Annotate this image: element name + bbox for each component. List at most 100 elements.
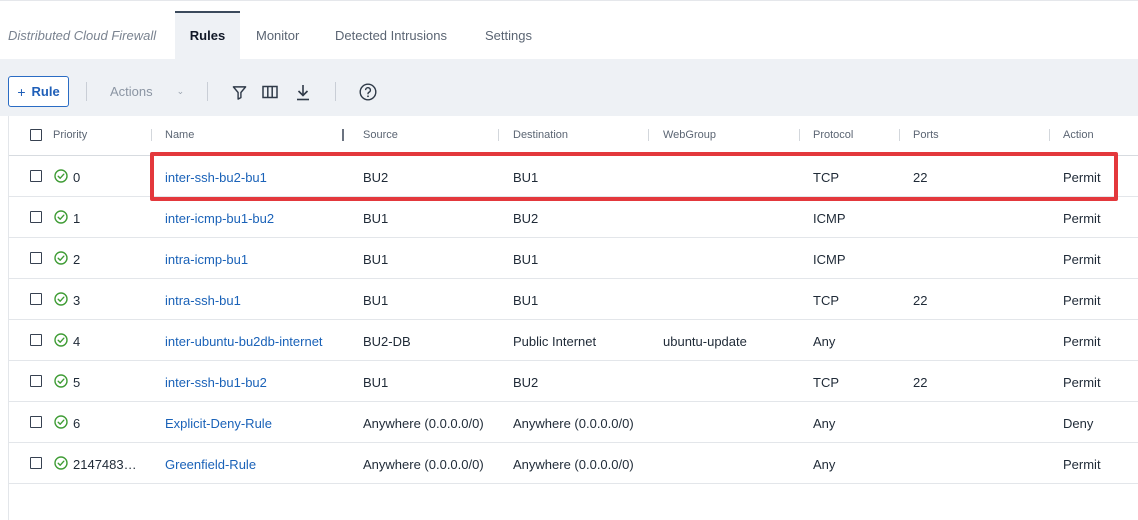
column-resize-handle[interactable] bbox=[342, 129, 344, 141]
cell-destination: BU1 bbox=[513, 293, 539, 308]
row-checkbox[interactable] bbox=[30, 293, 42, 305]
header-name[interactable]: Name bbox=[165, 129, 194, 141]
download-icon[interactable] bbox=[294, 83, 312, 101]
cell-source: BU2-DB bbox=[363, 334, 411, 349]
cell-priority: 3 bbox=[73, 293, 81, 308]
tab-monitor[interactable]: Monitor bbox=[256, 11, 299, 60]
cell-protocol: Any bbox=[813, 334, 836, 349]
cell-source: Anywhere (0.0.0.0/0) bbox=[363, 416, 484, 431]
cell-name[interactable]: inter-ubuntu-bu2db-internet bbox=[165, 334, 323, 349]
plus-icon: + bbox=[17, 83, 26, 100]
header-destination[interactable]: Destination bbox=[513, 129, 568, 141]
cell-source: BU2 bbox=[363, 170, 389, 185]
cell-protocol: TCP bbox=[813, 375, 839, 390]
add-rule-button[interactable]: + Rule bbox=[8, 76, 69, 107]
header-ports[interactable]: Ports bbox=[913, 129, 939, 141]
status-enabled-icon bbox=[54, 333, 68, 347]
cell-source: BU1 bbox=[363, 293, 389, 308]
add-rule-label: Rule bbox=[31, 84, 60, 99]
row-checkbox[interactable] bbox=[30, 252, 42, 264]
cell-name[interactable]: inter-ssh-bu1-bu2 bbox=[165, 375, 267, 390]
header-webgroup[interactable]: WebGroup bbox=[663, 129, 716, 141]
cell-name[interactable]: inter-icmp-bu1-bu2 bbox=[165, 211, 274, 226]
cell-name[interactable]: inter-ssh-bu2-bu1 bbox=[165, 170, 267, 185]
cell-destination: BU1 bbox=[513, 170, 539, 185]
status-enabled-icon bbox=[54, 292, 68, 306]
row-checkbox[interactable] bbox=[30, 170, 42, 182]
cell-protocol: Any bbox=[813, 457, 836, 472]
status-enabled-icon bbox=[54, 456, 68, 470]
column-divider[interactable] bbox=[498, 129, 499, 141]
header-source[interactable]: Source bbox=[363, 129, 398, 141]
cell-source: BU1 bbox=[363, 252, 389, 267]
cell-action: Permit bbox=[1063, 211, 1101, 226]
table-row[interactable]: 2 intra-icmp-bu1 BU1 BU1 ICMP Permit bbox=[9, 238, 1138, 279]
table-row[interactable]: 5 inter-ssh-bu1-bu2 BU1 BU2 TCP 22 Permit bbox=[9, 361, 1138, 402]
row-checkbox[interactable] bbox=[30, 457, 42, 469]
row-checkbox[interactable] bbox=[30, 375, 42, 387]
chevron-down-icon: ⌄ bbox=[176, 86, 185, 96]
cell-priority: 4 bbox=[73, 334, 81, 349]
table-row[interactable]: 1 inter-icmp-bu1-bu2 BU1 BU2 ICMP Permit bbox=[9, 197, 1138, 238]
cell-protocol: TCP bbox=[813, 293, 839, 308]
header-protocol[interactable]: Protocol bbox=[813, 129, 853, 141]
cell-action: Permit bbox=[1063, 457, 1101, 472]
cell-protocol: ICMP bbox=[813, 211, 846, 226]
cell-name[interactable]: Greenfield-Rule bbox=[165, 457, 256, 472]
cell-destination: BU1 bbox=[513, 252, 539, 267]
cell-priority: 5 bbox=[73, 375, 81, 390]
status-enabled-icon bbox=[54, 169, 68, 183]
select-all-checkbox[interactable] bbox=[30, 129, 42, 141]
cell-action: Permit bbox=[1063, 170, 1101, 185]
table-row[interactable]: 0 inter-ssh-bu2-bu1 BU2 BU1 TCP 22 Permit bbox=[9, 156, 1138, 197]
cell-destination: BU2 bbox=[513, 211, 539, 226]
cell-source: Anywhere (0.0.0.0/0) bbox=[363, 457, 484, 472]
cell-ports: 22 bbox=[913, 293, 928, 308]
table-row[interactable]: 2147483… Greenfield-Rule Anywhere (0.0.0.0… bbox=[9, 443, 1138, 484]
cell-priority: 6 bbox=[73, 416, 81, 431]
row-checkbox[interactable] bbox=[30, 416, 42, 428]
cell-ports: 22 bbox=[913, 375, 928, 390]
table-header: Priority Name Source Destination WebGrou… bbox=[9, 116, 1138, 156]
column-divider[interactable] bbox=[799, 129, 800, 141]
tab-bar: Distributed Cloud Firewall Rules Monitor… bbox=[0, 0, 1138, 60]
table-row[interactable]: 3 intra-ssh-bu1 BU1 BU1 TCP 22 Permit bbox=[9, 279, 1138, 320]
cell-action: Permit bbox=[1063, 375, 1101, 390]
header-action[interactable]: Action bbox=[1063, 129, 1094, 141]
actions-label: Actions bbox=[110, 84, 153, 99]
cell-destination: Anywhere (0.0.0.0/0) bbox=[513, 457, 634, 472]
cell-source: BU1 bbox=[363, 375, 389, 390]
rules-table: Priority Name Source Destination WebGrou… bbox=[8, 116, 1138, 520]
help-icon[interactable] bbox=[359, 83, 377, 101]
column-divider[interactable] bbox=[151, 129, 152, 141]
row-checkbox[interactable] bbox=[30, 334, 42, 346]
cell-destination: Public Internet bbox=[513, 334, 597, 349]
cell-action: Permit bbox=[1063, 293, 1101, 308]
toolbar: + Rule Actions ⌄ bbox=[0, 59, 1138, 116]
column-divider[interactable] bbox=[648, 129, 649, 141]
cell-priority: 1 bbox=[73, 211, 81, 226]
cell-protocol: Any bbox=[813, 416, 836, 431]
status-enabled-icon bbox=[54, 415, 68, 429]
cell-action: Permit bbox=[1063, 252, 1101, 267]
cell-name[interactable]: Explicit-Deny-Rule bbox=[165, 416, 272, 431]
table-row[interactable]: 6 Explicit-Deny-Rule Anywhere (0.0.0.0/0) A… bbox=[9, 402, 1138, 443]
filter-icon[interactable] bbox=[230, 83, 248, 101]
row-checkbox[interactable] bbox=[30, 211, 42, 223]
cell-source: BU1 bbox=[363, 211, 389, 226]
column-divider[interactable] bbox=[899, 129, 900, 141]
cell-name[interactable]: intra-ssh-bu1 bbox=[165, 293, 241, 308]
column-divider[interactable] bbox=[1049, 129, 1050, 141]
cell-name[interactable]: intra-icmp-bu1 bbox=[165, 252, 248, 267]
app-title: Distributed Cloud Firewall bbox=[8, 28, 157, 43]
toolbar-divider bbox=[86, 82, 87, 101]
header-priority[interactable]: Priority bbox=[53, 129, 87, 141]
cell-destination: BU2 bbox=[513, 375, 539, 390]
tab-rules[interactable]: Rules bbox=[175, 11, 240, 60]
columns-icon[interactable] bbox=[261, 83, 279, 101]
tab-detected-intrusions[interactable]: Detected Intrusions bbox=[335, 11, 447, 60]
tab-settings[interactable]: Settings bbox=[485, 11, 532, 60]
cell-action: Permit bbox=[1063, 334, 1101, 349]
actions-dropdown[interactable]: Actions ⌄ bbox=[110, 84, 184, 99]
table-row[interactable]: 4 inter-ubuntu-bu2db-internet BU2-DB Public… bbox=[9, 320, 1138, 361]
